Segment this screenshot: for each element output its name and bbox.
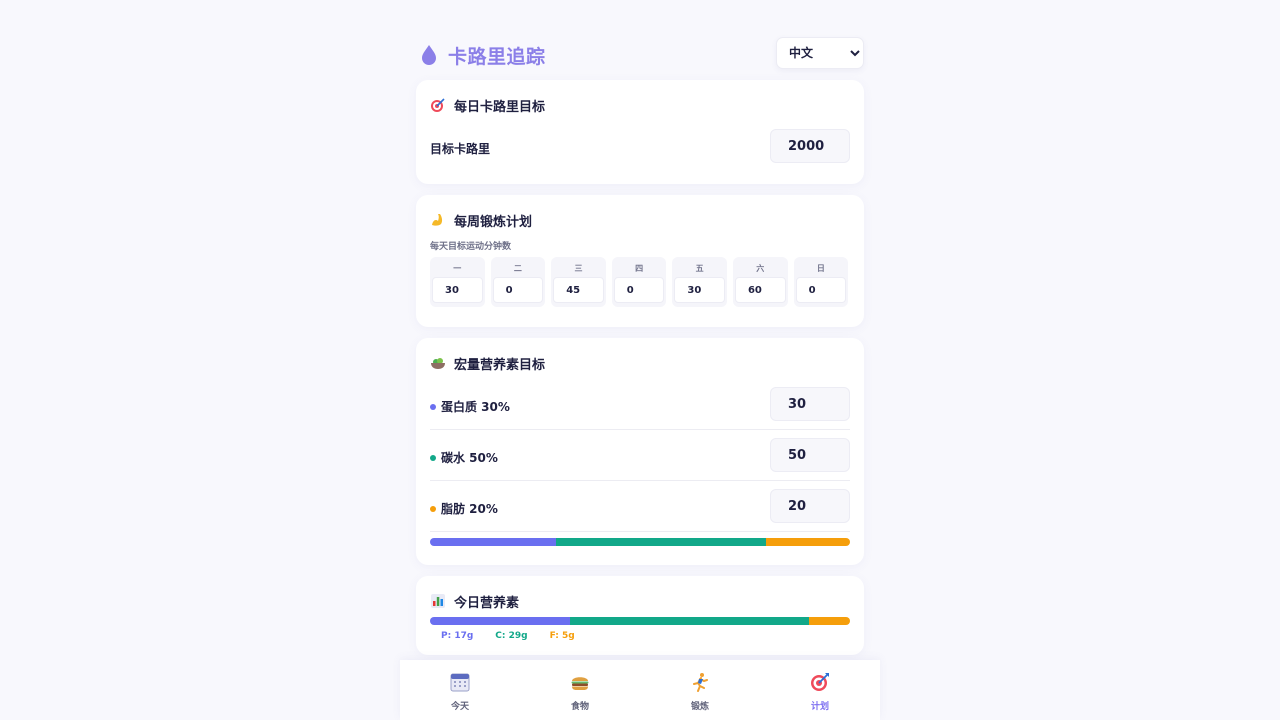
day-name: 日 [816, 264, 825, 273]
divider [430, 429, 850, 430]
day-name: 三 [574, 264, 583, 273]
fat-label-text: 脂肪 20% [441, 502, 498, 516]
day-minutes-input-monday[interactable] [432, 277, 483, 303]
macro-goals-title-text: 宏量营养素目标 [454, 357, 546, 373]
today-nutrients-legend: P: 17g C: 29g F: 5g [441, 631, 575, 641]
carbs-percent-input[interactable] [770, 438, 850, 472]
macro-bar-protein [430, 538, 556, 546]
nav-plan-label: 计划 [810, 702, 829, 712]
nav-plan[interactable]: 计划 [760, 660, 880, 720]
day-minutes-input-friday[interactable] [674, 277, 725, 303]
daily-goal-card: 每日卡路里目标 目标卡路里 [416, 80, 864, 184]
flame-drop-icon [422, 45, 436, 65]
today-bar-carbs [569, 617, 809, 625]
day-minutes-input-wednesday[interactable] [553, 277, 604, 303]
weekly-exercise-title-text: 每周锻炼计划 [454, 214, 533, 230]
macro-split-bar [430, 538, 850, 546]
fat-percent-input[interactable] [770, 489, 850, 523]
target-calories-label: 目标卡路里 [430, 142, 491, 156]
day-minutes-input-tuesday[interactable] [492, 277, 544, 303]
day-tuesday: 二 [490, 257, 546, 307]
day-sunday: 日 [793, 257, 849, 307]
protein-grams: P: 17g [441, 631, 474, 641]
day-monday: 一 [430, 257, 485, 307]
language-select[interactable]: 中文 [776, 37, 864, 69]
day-minutes-input-sunday[interactable] [795, 277, 847, 303]
day-name: 六 [756, 264, 765, 273]
today-bar-protein [430, 617, 570, 625]
fat-grams: F: 5g [549, 631, 575, 641]
nav-food[interactable]: 食物 [520, 660, 640, 720]
nav-today[interactable]: 今天 [400, 660, 520, 720]
today-nutrients-bar [430, 617, 850, 625]
today-bar-fat [808, 617, 850, 625]
day-minutes-input-thursday[interactable] [613, 277, 665, 303]
day-minutes-input-saturday[interactable] [734, 277, 786, 303]
nav-food-label: 食物 [570, 702, 589, 712]
burger-icon [571, 677, 589, 690]
protein-percent-input[interactable] [770, 387, 850, 421]
macro-bar-fat [766, 538, 850, 546]
protein-color-dot [430, 403, 436, 410]
today-nutrients-card: 今日营养素 P: 17g C: 29g F: 5g [416, 576, 864, 655]
today-nutrients-title-text: 今日营养素 [454, 595, 520, 611]
day-name: 二 [513, 264, 522, 273]
today-nutrients-title: 今日营养素 [430, 592, 520, 611]
carbs-grams: C: 29g [495, 631, 528, 641]
daily-goal-title-text: 每日卡路里目标 [454, 99, 546, 115]
weekly-exercise-title: 每周锻炼计划 [430, 211, 533, 230]
macro-goals-card: 宏量营养素目标 蛋白质 30% 碳水 50% 脂肪 20% [416, 338, 864, 565]
calendar-icon [450, 673, 470, 692]
bar-chart-icon [431, 594, 445, 608]
carbs-label: 碳水 50% [430, 449, 498, 466]
day-friday: 五 [672, 257, 727, 307]
runner-icon [693, 673, 708, 692]
nav-today-label: 今天 [450, 702, 469, 712]
carbs-label-text: 碳水 50% [441, 451, 498, 465]
day-name: 一 [453, 264, 462, 273]
day-saturday: 六 [732, 257, 788, 307]
carbs-color-dot [430, 454, 436, 461]
weekly-exercise-card: 每周锻炼计划 每天目标运动分钟数 一 二 三 四 五 [416, 195, 864, 327]
day-thursday: 四 [611, 257, 667, 307]
macro-bar-carbs [556, 538, 766, 546]
weekly-exercise-subtitle: 每天目标运动分钟数 [430, 242, 512, 252]
day-wednesday: 三 [551, 257, 606, 307]
app-container: 卡路里追踪 中文 每日卡路里目标 目标卡路里 每周锻炼计划 每天目标运动分钟数 [400, 0, 880, 720]
app-title: 卡路里追踪 [448, 46, 546, 68]
app-header: 卡路里追踪 中文 [416, 36, 864, 72]
day-name: 四 [635, 264, 644, 273]
nav-exercise[interactable]: 锻炼 [640, 660, 760, 720]
daily-goal-title: 每日卡路里目标 [430, 96, 546, 115]
weekday-minutes-grid: 一 二 三 四 五 六 日 [430, 257, 849, 307]
target-icon [811, 673, 829, 691]
protein-label-text: 蛋白质 30% [441, 400, 510, 414]
flexed-biceps-icon [432, 214, 443, 226]
salad-bowl-icon [431, 358, 445, 369]
divider [430, 531, 850, 532]
day-name: 五 [695, 264, 704, 273]
nav-exercise-label: 锻炼 [690, 702, 709, 712]
divider [430, 480, 850, 481]
fat-label: 脂肪 20% [430, 500, 498, 517]
macro-goals-title: 宏量营养素目标 [430, 354, 546, 373]
protein-label: 蛋白质 30% [430, 398, 510, 415]
target-icon [431, 98, 445, 112]
fat-color-dot [430, 505, 436, 512]
target-calories-input[interactable] [770, 129, 850, 163]
bottom-nav: 今天 食物 锻炼 计划 [400, 660, 880, 720]
